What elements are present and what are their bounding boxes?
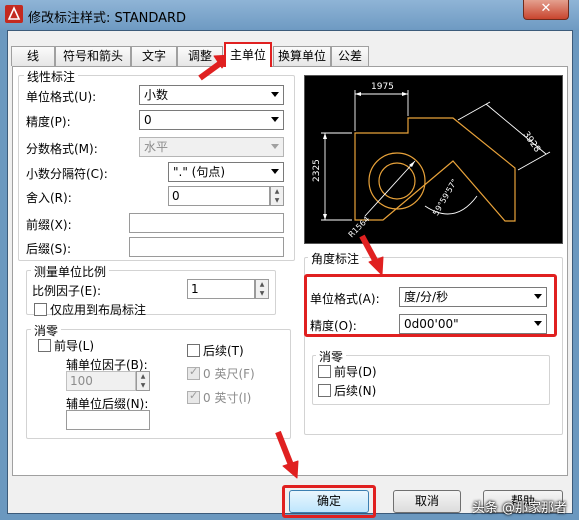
- svg-text:59°59'57": 59°59'57": [431, 178, 459, 218]
- zero-inches-label: 0 英寸(I): [203, 391, 252, 405]
- sub-unit-suffix-input[interactable]: [66, 410, 150, 430]
- angular-leading-label: 前导(D): [334, 365, 377, 379]
- close-button[interactable]: ✕: [523, 0, 569, 20]
- tab-tolerances[interactable]: 公差: [331, 46, 369, 66]
- dialog-client: 线 符号和箭头 文字 调整 主单位 换算单位 公差 线性标注 单位格式(U): …: [7, 30, 574, 518]
- tab-symbols-arrows[interactable]: 符号和箭头: [55, 46, 131, 66]
- tab-lines[interactable]: 线: [11, 46, 55, 66]
- suffix-input[interactable]: [129, 237, 284, 257]
- precision-select[interactable]: 0: [139, 110, 284, 130]
- chevron-down-icon: [271, 117, 279, 122]
- angular-precision-label: 精度(O):: [310, 319, 357, 333]
- layout-only-label: 仅应用到布局标注: [50, 303, 147, 317]
- watermark: 头条 @那家那者: [471, 501, 567, 516]
- tab-alternate-units[interactable]: 换算单位: [273, 46, 331, 66]
- cancel-button[interactable]: 取消: [393, 490, 461, 513]
- ok-button[interactable]: 确定: [289, 490, 369, 513]
- preview-drawing: 1975 2325 3928 R1564 59°59'57": [312, 82, 551, 240]
- chevron-down-icon: [534, 294, 542, 299]
- zero-feet-label: 0 英尺(F): [203, 367, 255, 381]
- angular-precision-select[interactable]: 0d00'00": [399, 314, 547, 334]
- prefix-input[interactable]: [129, 213, 284, 233]
- unit-format-select[interactable]: 小数: [139, 85, 284, 105]
- sub-unit-factor-spinner[interactable]: ▲ ▼: [136, 371, 150, 391]
- tab-text[interactable]: 文字: [131, 46, 177, 66]
- prefix-label: 前缀(X):: [26, 218, 72, 232]
- scale-group-title: 测量单位比例: [31, 263, 110, 280]
- chevron-down-icon: [534, 321, 542, 326]
- leading-zero-checkbox[interactable]: [38, 339, 51, 352]
- layout-only-checkbox[interactable]: [34, 303, 47, 316]
- angular-trailing-checkbox[interactable]: [318, 384, 331, 397]
- scale-factor-spinner[interactable]: ▲ ▼: [255, 279, 269, 299]
- fraction-format-select[interactable]: 水平: [139, 137, 284, 157]
- fraction-format-label: 分数格式(M):: [26, 142, 98, 156]
- window-title: 修改标注样式: STANDARD: [28, 11, 187, 26]
- svg-text:2325: 2325: [312, 159, 322, 182]
- zero-feet-checkbox[interactable]: [187, 365, 200, 380]
- suffix-label: 后缀(S):: [26, 242, 72, 256]
- scale-factor-label: 比例因子(E):: [32, 284, 101, 298]
- linear-group-title: 线性标注: [24, 68, 79, 85]
- angular-unit-format-select[interactable]: 度/分/秒: [399, 287, 547, 307]
- angular-trailing-label: 后续(N): [334, 384, 377, 398]
- round-off-label: 舍入(R):: [26, 191, 72, 205]
- sub-unit-factor-input[interactable]: 100: [66, 371, 136, 391]
- decimal-separator-label: 小数分隔符(C):: [26, 167, 108, 181]
- chevron-down-icon: [271, 169, 279, 174]
- zero-inches-checkbox[interactable]: [187, 389, 200, 404]
- tab-strip: 线 符号和箭头 文字 调整 主单位 换算单位 公差: [8, 31, 574, 67]
- leading-zero-label: 前导(L): [54, 339, 95, 353]
- svg-text:1975: 1975: [371, 82, 394, 92]
- angular-group-title: 角度标注: [308, 250, 363, 267]
- angular-unit-format-label: 单位格式(A):: [310, 292, 380, 306]
- precision-label: 精度(P):: [26, 115, 71, 129]
- angular-leading-checkbox[interactable]: [318, 365, 331, 378]
- trailing-zero-checkbox[interactable]: [187, 344, 200, 357]
- svg-text:R1564: R1564: [347, 215, 372, 240]
- trailing-zero-label: 后续(T): [203, 344, 244, 358]
- scale-factor-input[interactable]: 1: [187, 279, 255, 299]
- chevron-down-icon: [271, 92, 279, 97]
- tab-fit[interactable]: 调整: [177, 46, 223, 66]
- unit-format-label: 单位格式(U):: [26, 90, 97, 104]
- chevron-down-icon: [271, 144, 279, 149]
- round-off-spinner[interactable]: ▲ ▼: [270, 186, 284, 206]
- title-bar: 修改标注样式: STANDARD ✕: [0, 0, 579, 30]
- decimal-separator-select[interactable]: "." (句点): [168, 162, 284, 182]
- primary-units-panel: 线性标注 单位格式(U): 小数 精度(P): 0 分数格式(M): 水平 小数…: [12, 66, 568, 476]
- autocad-app-icon: [5, 5, 23, 23]
- dimension-preview: 1975 2325 3928 R1564 59°59'57": [304, 75, 563, 244]
- tab-primary-units[interactable]: 主单位: [224, 42, 272, 67]
- svg-text:3928: 3928: [521, 130, 542, 155]
- round-off-input[interactable]: 0: [168, 186, 270, 206]
